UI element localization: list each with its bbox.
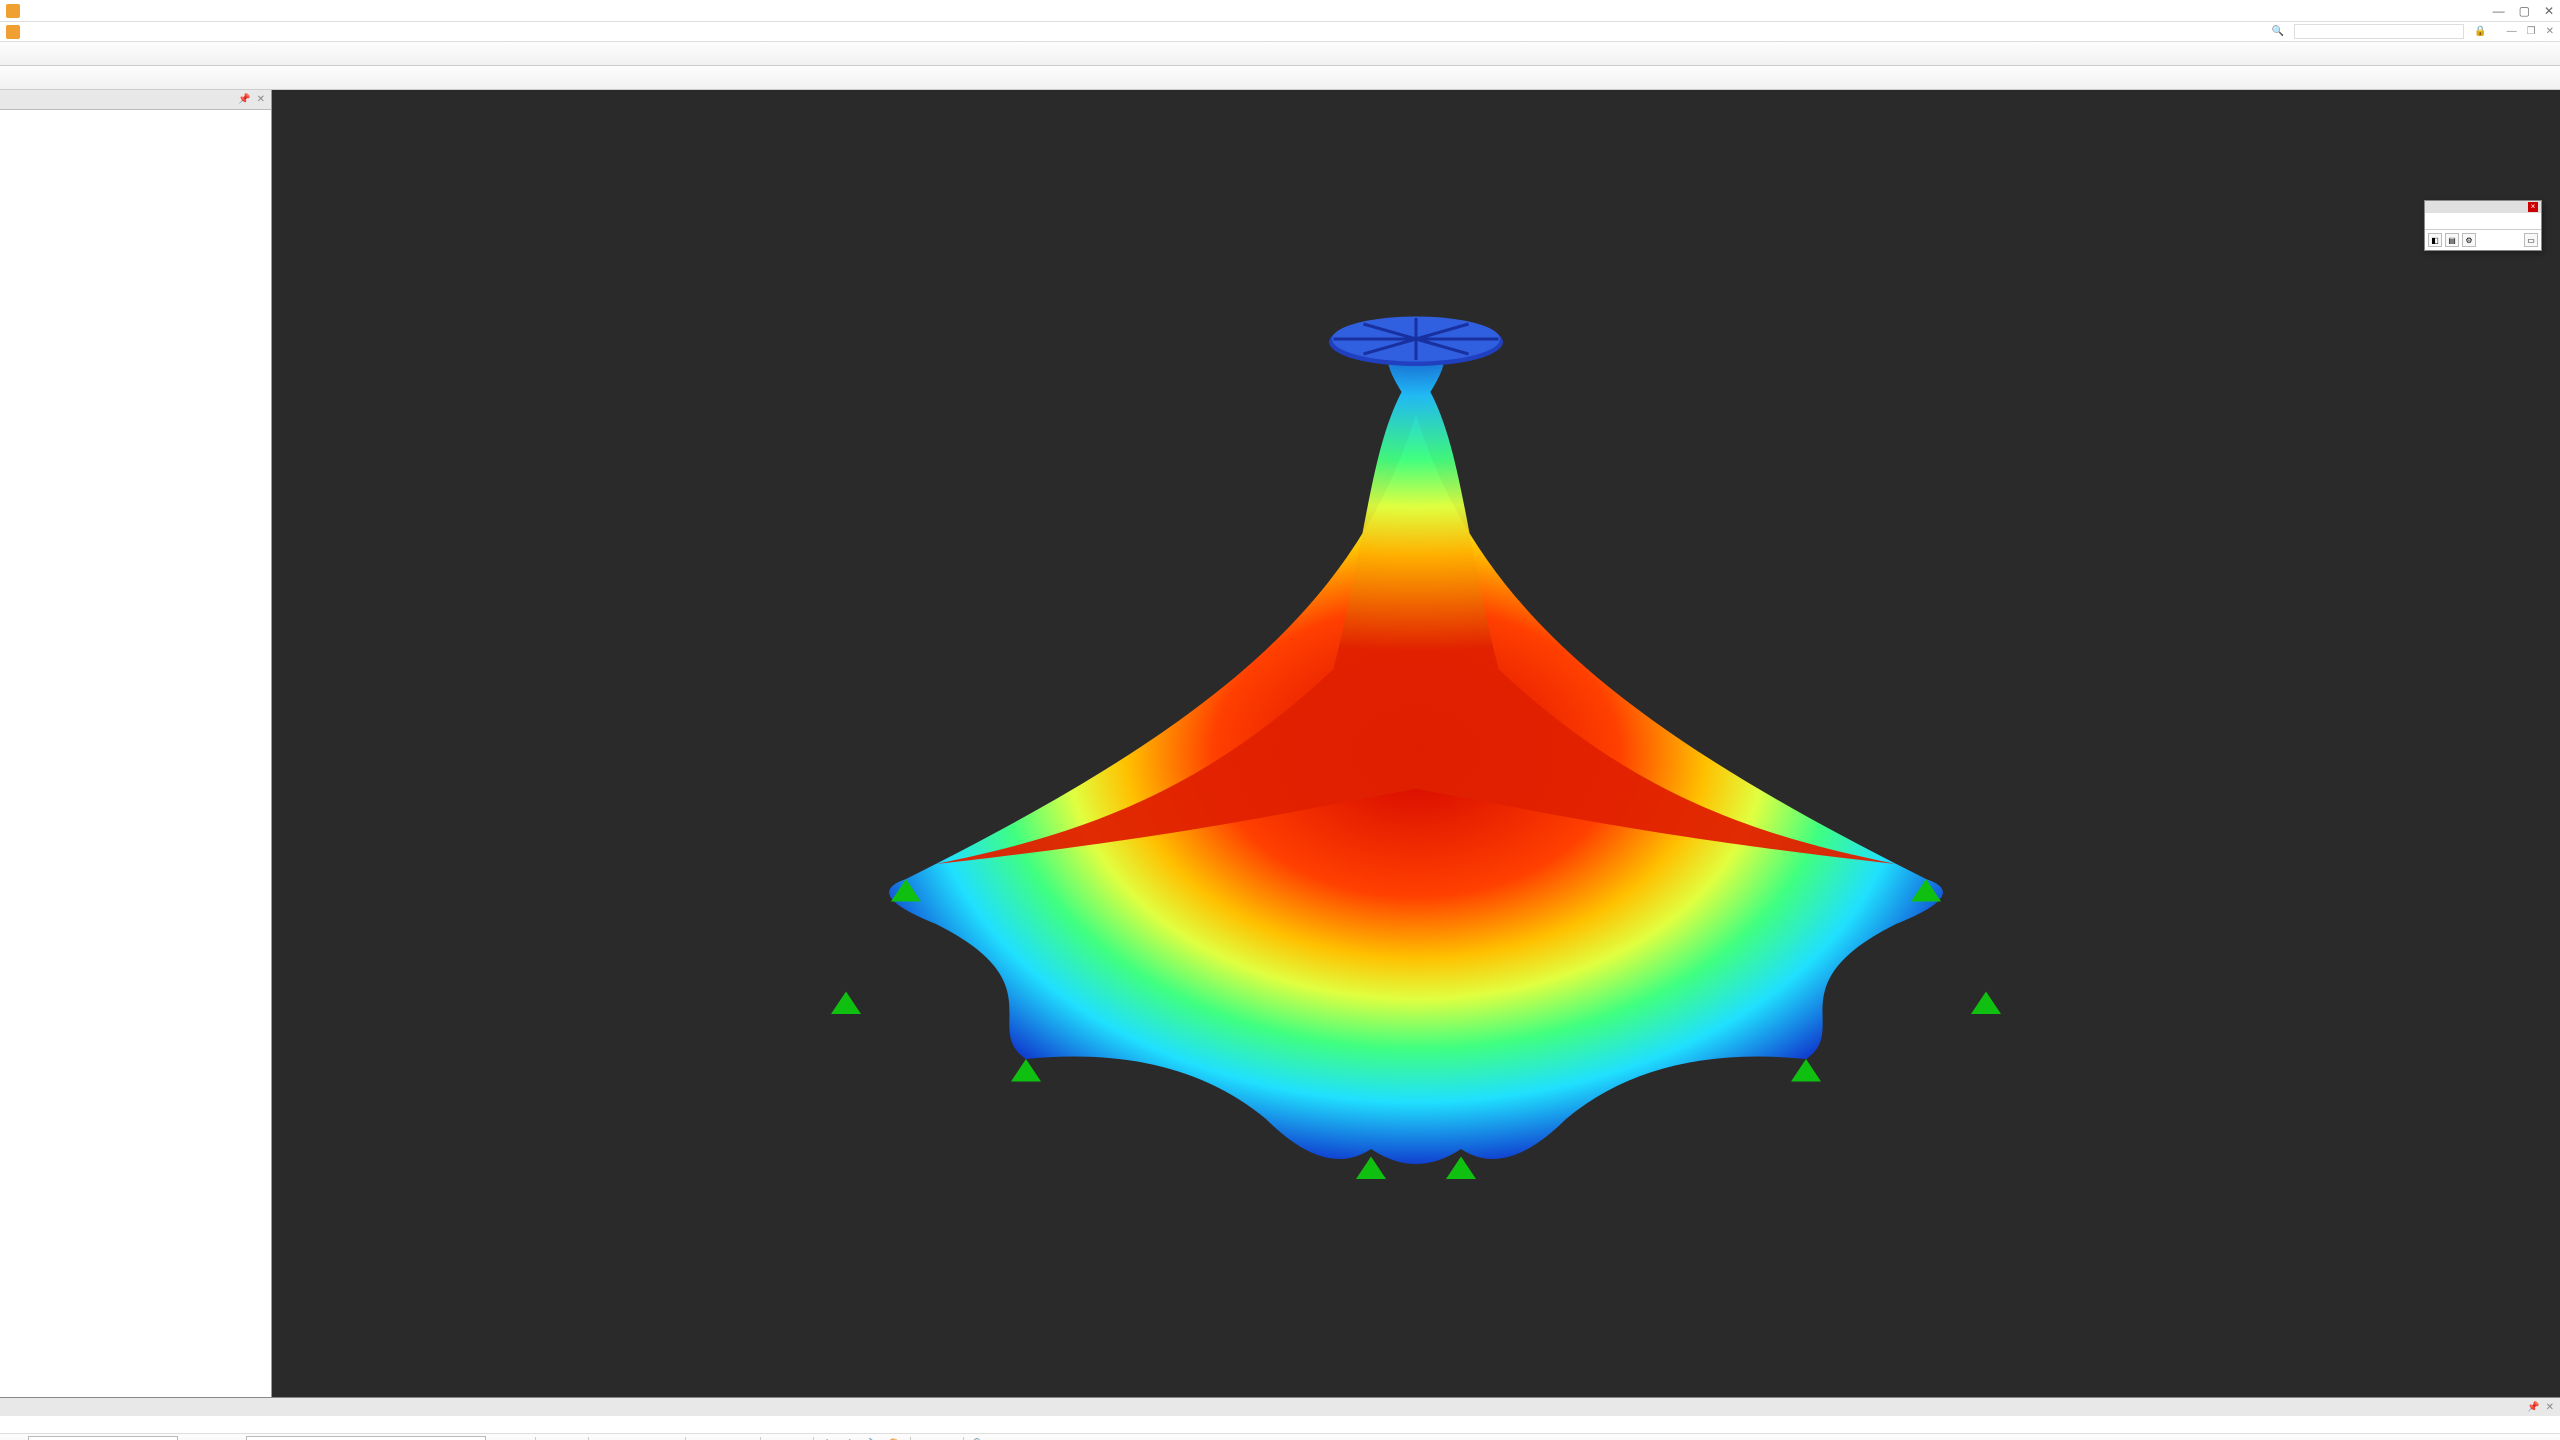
table-close-icon[interactable]: ✕: [2546, 1402, 2554, 1413]
window-close2-icon[interactable]: ✕: [2546, 26, 2554, 37]
tbl-tool-k-icon[interactable]: ▭: [788, 1435, 808, 1440]
minimize-icon[interactable]: —: [2493, 4, 2505, 18]
window-restore-icon[interactable]: ❐: [2527, 26, 2536, 37]
tbl-tool-a-icon[interactable]: ▦: [541, 1435, 561, 1440]
tbl-tool-m-icon[interactable]: f*: [841, 1435, 861, 1440]
titlebar: — ▢ ✕: [0, 0, 2560, 22]
pin-icon[interactable]: 📌: [238, 94, 250, 105]
cp-tool-4-icon[interactable]: ▭: [2524, 233, 2538, 247]
tbl-tool-j-icon[interactable]: □: [766, 1435, 786, 1440]
tbl-next2-icon[interactable]: ▸: [510, 1435, 530, 1440]
tbl-excel-icon[interactable]: x: [938, 1435, 958, 1440]
window-min2-icon[interactable]: —: [2507, 26, 2517, 37]
tbl-next-icon[interactable]: ▸: [202, 1435, 222, 1440]
table-toolbar: ≡ ▾ ◂ ▸ ↘ ▾ ◂ ▸ ▦ ▧ ▤ ▥ ▦ ▩ ⇄ ↺ ↻ □ ▭ fx…: [0, 1434, 2560, 1440]
tbl-tool-b-icon[interactable]: ▧: [563, 1435, 583, 1440]
tbl-pick-icon[interactable]: ↘: [224, 1435, 244, 1440]
navigator-pane: 📌✕: [0, 90, 272, 1397]
tbl-tool-o-icon[interactable]: 🎨: [885, 1435, 905, 1440]
tbl-tool-g-icon[interactable]: ⇄: [691, 1435, 711, 1440]
navigator-tree[interactable]: [0, 110, 271, 1397]
navigator-title: 📌✕: [0, 90, 271, 110]
control-panel[interactable]: × ◧ ▤ ⚙ ▭: [2424, 200, 2542, 251]
tbl-tool-f-icon[interactable]: ▩: [660, 1435, 680, 1440]
tbl-export-icon[interactable]: ⎙: [916, 1435, 936, 1440]
tbl-tool-i-icon[interactable]: ↻: [735, 1435, 755, 1440]
model-render: [666, 279, 2166, 1209]
search-icon: 🔍: [2272, 26, 2284, 37]
cp-tool-1-icon[interactable]: ◧: [2428, 233, 2442, 247]
tbl-tool-e-icon[interactable]: ▦: [638, 1435, 658, 1440]
menubar: 🔍 🔒 — ❐ ✕: [0, 22, 2560, 42]
table-menu: [0, 1416, 2560, 1434]
cp-tool-3-icon[interactable]: ⚙: [2462, 233, 2476, 247]
toolbar-2: [0, 66, 2560, 90]
tbl-tool-l-icon[interactable]: fx: [819, 1435, 839, 1440]
tbl-prev2-icon[interactable]: ◂: [488, 1435, 508, 1440]
app-menu-icon[interactable]: [6, 25, 20, 39]
license-icon: 🔒: [2474, 26, 2486, 37]
tbl-tool-n-icon[interactable]: 🔧: [863, 1435, 883, 1440]
control-panel-close-icon[interactable]: ×: [2528, 202, 2538, 212]
table-pane: 📌 ✕ ≡ ▾ ◂ ▸ ↘ ▾ ◂ ▸ ▦ ▧ ▤ ▥ ▦ ▩ ⇄ ↺ ↻ □ ▭…: [0, 1397, 2560, 1440]
tbl-tool-h-icon[interactable]: ↺: [713, 1435, 733, 1440]
tbl-tool-c-icon[interactable]: ▤: [594, 1435, 614, 1440]
tbl-prev-icon[interactable]: ◂: [180, 1435, 200, 1440]
table-combo-category[interactable]: ▾: [246, 1436, 486, 1440]
toolbar-1: [0, 42, 2560, 66]
app-icon: [6, 4, 20, 18]
tbl-find-icon[interactable]: 🔍: [969, 1435, 989, 1440]
cp-tool-2-icon[interactable]: ▤: [2445, 233, 2459, 247]
viewport-3d[interactable]: × ◧ ▤ ⚙ ▭: [272, 90, 2560, 1397]
close-icon[interactable]: ✕: [2544, 4, 2554, 18]
table-combo-structure[interactable]: ▾: [28, 1436, 178, 1440]
search-input[interactable]: [2294, 24, 2464, 39]
close-panel-icon[interactable]: ✕: [257, 94, 265, 105]
tbl-goto-icon[interactable]: ≡: [6, 1435, 26, 1440]
maximize-icon[interactable]: ▢: [2519, 4, 2530, 18]
table-pin-icon[interactable]: 📌: [2527, 1402, 2539, 1413]
tbl-tool-d-icon[interactable]: ▥: [616, 1435, 636, 1440]
